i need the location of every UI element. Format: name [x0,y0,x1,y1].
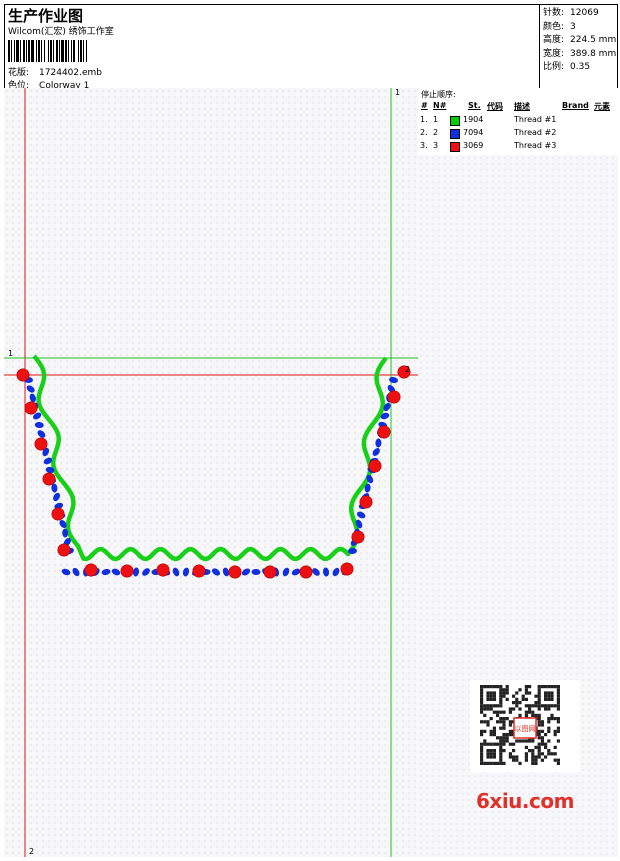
thread-color-swatch [450,116,460,126]
col-header-num: # [421,101,428,110]
col-header-st: St. [468,101,481,110]
col-header-brand: Brand [562,101,589,110]
col-header-n: N# [433,101,447,110]
red-flower [359,495,373,509]
sequence-row: 2. 2 7094 Thread #2 [420,128,557,139]
blue-leaf [26,385,35,393]
stat-scale: 比例: 0.35 [543,62,591,72]
design-stats: 针数: 12069 颜色: 3 高度: 224.5 mm 宽度: 389.8 mm 比例… [543,5,616,73]
sequence-title: 停止顺序: [421,90,456,99]
red-flower [34,437,48,451]
sequence-row: 1. 1 1904 Thread #1 [420,115,557,126]
blue-leaf [282,567,290,577]
red-flower [263,565,277,579]
red-flower [24,401,38,415]
blue-leaf [61,568,71,576]
green-wavy-border [32,354,388,562]
red-flower [57,543,71,557]
red-flower [84,563,98,577]
design-canvas: 1 1 2 2 [4,88,419,857]
blue-leaf [132,567,140,577]
blue-leaf [389,376,398,384]
blue-leaf [211,568,221,576]
col-header-desc: 描述 [514,102,530,111]
qr-code-image: 以图网 [470,680,580,772]
blue-leaf [142,568,150,576]
design-file-row: 花版: 1724402.emb [8,65,102,78]
red-flower [156,563,170,577]
guide-mark-top-right: 1 [395,88,401,97]
studio-name: Wilcom(汇宏) 绣饰工作室 [8,27,114,37]
header-info: 生产作业图 Wilcom(汇宏) 绣饰工作室 花版: 1724402.emb 色位… [4,4,540,91]
blue-leaf [172,567,180,577]
blue-leaf [182,567,190,577]
design-file-name: 1724402.emb [39,68,103,78]
blue-leaf [332,567,340,577]
barcode-image [8,40,146,62]
stop-sequence-table: 停止顺序: # N# St. 代码 描述 Brand 元素 1. 1 1904 Th… [418,88,618,156]
guide-mark-bottom: 2 [29,847,35,856]
red-flower [192,564,206,578]
red-flower [51,507,65,521]
blue-leaf [375,438,382,448]
blue-leaf [72,567,80,577]
guide-mark-left: 1 [8,349,14,358]
blue-leaf [101,568,111,576]
watermark-text: 6xiu.com [476,789,574,813]
red-flower [16,368,30,382]
design-label: 花版: [8,68,30,78]
red-flower [368,459,382,473]
blue-leaf [251,568,261,576]
stat-colors: 颜色: 3 [543,21,576,32]
blue-leaf [322,567,330,577]
red-flower [42,472,56,486]
blue-leaf [111,568,121,576]
thread-color-swatch [450,129,460,139]
red-flower [377,425,391,439]
stat-height: 高度: 224.5 mm [543,35,617,45]
stat-stitches: 针数: 12069 [543,8,599,18]
header: 生产作业图 Wilcom(汇宏) 绣饰工作室 花版: 1724402.emb 色位… [4,4,618,91]
red-flower [228,565,242,579]
red-flower [387,390,401,404]
red-flower [120,564,134,578]
red-flower [351,530,365,544]
qr-badge: 以图网 [515,725,536,733]
blue-leaf [372,448,380,456]
thread-color-swatch [450,142,460,152]
stat-width: 宽度: 389.8 mm [543,48,617,59]
red-flower [340,562,354,576]
page-title: 生产作业图 [8,7,84,25]
red-flower [299,565,313,579]
col-header-code: 代码 [487,102,503,111]
sequence-row: 3. 3 3069 Thread #3 [420,141,557,152]
blue-leaf [356,511,366,519]
guide-mark-right: 2 [405,365,411,374]
embroidery-design [4,88,418,857]
col-header-elem: 元素 [594,102,610,111]
blue-leaf [53,492,61,502]
blue-leaf [241,568,251,576]
blue-leaf [34,421,44,429]
